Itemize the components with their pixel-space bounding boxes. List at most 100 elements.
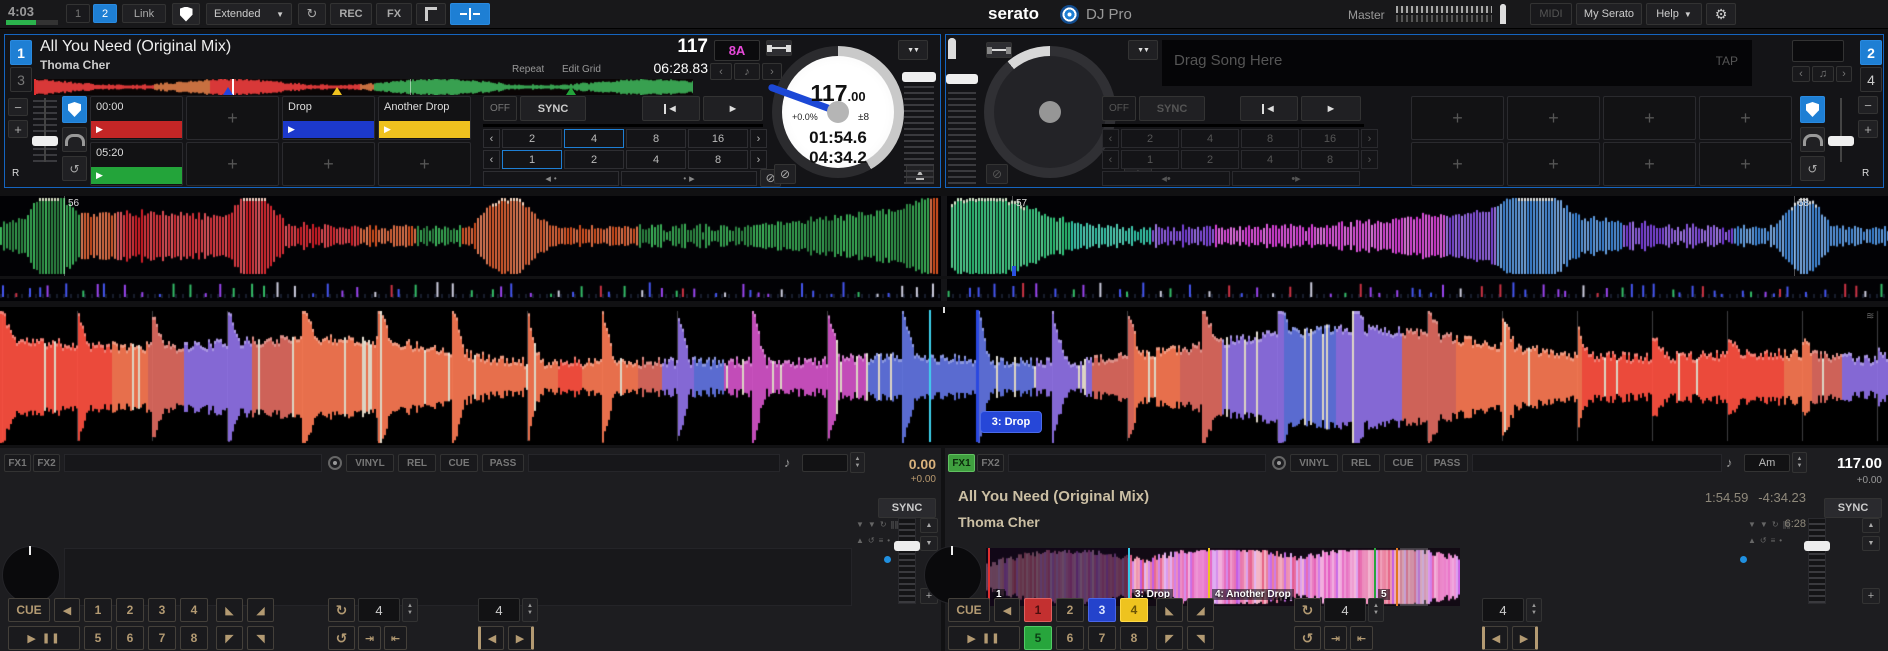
deck-2-loop2-left-arrow[interactable]: ‹ [1102,150,1119,169]
right-censor-in-button[interactable]: ◣ [1156,598,1183,622]
deck-2-autoloop-16[interactable]: 16 [1301,129,1359,148]
deck-2-drag-target[interactable]: Drag Song Here TAP [1162,40,1752,86]
deck-1-autoloop-8[interactable]: 8 [626,129,686,148]
left-beatjump-back-button[interactable]: ◀ [478,626,504,650]
deck-2-autoloop-8[interactable]: 8 [1241,129,1299,148]
deck-2-cue-slot-8-empty[interactable]: + [1699,142,1792,186]
main-scrolling-waveform[interactable] [0,307,1888,445]
left-channel-icons-row1[interactable]: ▼ ▼ ↻ ∥∥ [856,520,899,532]
right-loop-in-button[interactable]: ⇥ [1324,626,1347,650]
rec-button[interactable]: REC [330,3,372,25]
deck-1-play-button[interactable]: ► [703,96,763,121]
split-view-button[interactable] [450,3,490,25]
right-cue-button[interactable]: CUE [948,598,990,622]
left-play-pause-button[interactable]: ▶ ❚❚ [8,626,80,650]
right-pad-2[interactable]: 2 [1056,598,1084,622]
cue-slot-7-empty[interactable]: + [282,142,375,186]
left-loop-out-button[interactable]: ⇤ [384,626,407,650]
deck-2-beatjump-back-button[interactable]: ◂• [1102,171,1230,186]
loop-mode-icon-button[interactable]: ↻ [298,3,326,25]
left-pad-3[interactable]: 3 [148,598,176,622]
deck-1-loop2-8[interactable]: 8 [688,150,748,169]
deck-1-repeat-icon-button[interactable]: ↺ [62,156,87,181]
deck-1-tempo-fader-handle[interactable] [902,72,936,82]
deck-2-key-reset-button[interactable]: ♫ [1812,66,1834,82]
record-mode-icon[interactable] [328,456,342,470]
right-pad-5-green[interactable]: 5 [1024,626,1052,650]
left-cue-button[interactable]: CUE [8,598,50,622]
left-censor-out-button[interactable]: ◢ [247,598,274,622]
deck-2-view-button[interactable]: 2 [93,4,117,23]
deck-1-key-reset-button[interactable]: ♪ [734,63,760,80]
deck-2-pitch-minus-button[interactable]: − [1858,96,1878,114]
deck-2-cue-slot-6-empty[interactable]: + [1507,142,1600,186]
deck-1-cue-monitor-button[interactable] [62,127,87,152]
cue-slot-color-bar[interactable]: ▶ [91,121,182,138]
right-beatjump-fwd-button[interactable]: ▶ [1512,626,1538,650]
left-rel-mode-button[interactable]: REL [398,454,436,472]
deck-2-keylock-button[interactable] [1800,96,1825,123]
deck-1-key-up-button[interactable]: › [762,63,782,80]
layout-selector-dropdown[interactable]: Extended ▼ [206,3,292,25]
deck-1-track-overview[interactable] [34,79,693,95]
deck-2-back-to-start-button[interactable]: ◄ [1240,96,1298,121]
right-gain-up-button[interactable]: ▲ [1862,518,1880,533]
left-fx2-button[interactable]: FX2 [33,454,60,472]
cue-slot-3[interactable]: Drop ▶ [282,96,375,140]
cue-slot-6-empty[interactable]: + [186,142,279,186]
right-add-button[interactable]: + [1862,588,1880,604]
deck-1-fx-dropdown-button[interactable]: ▼▼ [898,40,928,60]
deck-2-cue-slot-7-empty[interactable]: + [1603,142,1696,186]
left-pad-1[interactable]: 1 [84,598,112,622]
right-pad-3-blue[interactable]: 3 [1088,598,1116,622]
my-serato-button[interactable]: My Serato [1576,3,1642,25]
deck-2-loop2-8[interactable]: 8 [1301,150,1359,169]
deck-2-loop2-2[interactable]: 2 [1181,150,1239,169]
right-pass-mode-button[interactable]: PASS [1426,454,1468,472]
help-dropdown[interactable]: Help ▼ [1646,3,1702,25]
left-pad-8[interactable]: 8 [180,626,208,650]
deck-1-loop2-right-arrow[interactable]: › [750,150,767,169]
right-autoloop-button[interactable]: ↻ [1294,598,1321,622]
deck-2-pitch-fader-handle[interactable] [1828,136,1854,146]
right-pad-8[interactable]: 8 [1120,626,1148,650]
deck-2-autoloop-4[interactable]: 4 [1181,129,1239,148]
left-gain-up-button[interactable]: ▲ [920,518,938,533]
deck-2-autoloop-2[interactable]: 2 [1121,129,1179,148]
left-loop-beats-stepper[interactable]: ▲ ▼ [402,598,418,622]
left-pass-mode-button[interactable]: PASS [482,454,524,472]
deck-2-autoloop-right-arrow[interactable]: › [1361,129,1378,148]
sampler-button[interactable] [416,3,446,25]
cue-slot-2-empty[interactable]: + [186,96,279,140]
deck-2-tempo-fader-handle[interactable] [946,74,978,84]
deck-2-cue-slot-5-empty[interactable]: + [1411,142,1504,186]
right-rel-mode-button[interactable]: REL [1342,454,1380,472]
deck-2-cue-slot-2-empty[interactable]: + [1507,96,1600,140]
deck-2-loop2-1[interactable]: 1 [1121,150,1179,169]
cue-slot-8-empty[interactable]: + [378,142,471,186]
deck-1-autoloop-right-arrow[interactable]: › [750,129,767,148]
cue-flag-3-drop[interactable]: 3: Drop [980,411,1042,433]
left-pad-6[interactable]: 6 [116,626,144,650]
left-pad-2[interactable]: 2 [116,598,144,622]
deck-2-key-down-button[interactable]: ‹ [1792,66,1810,82]
deck-2-number-badge[interactable]: 2 [1860,40,1882,65]
deck-2-key-link-button[interactable] [986,42,1012,58]
deck-2-sync-button[interactable]: SYNC [1139,96,1205,121]
deck-1-pitch-minus-button[interactable]: − [8,98,28,116]
deck-3-number-badge[interactable]: 3 [10,67,32,92]
left-fx1-button[interactable]: FX1 [4,454,31,472]
deck-1-sync-button[interactable]: SYNC [520,96,586,121]
left-pad-7[interactable]: 7 [148,626,176,650]
left-pad-4[interactable]: 4 [180,598,208,622]
midi-button[interactable]: MIDI [1530,3,1572,25]
left-beatjump-stepper[interactable]: ▲ ▼ [522,598,538,622]
right-vinyl-mode-button[interactable]: VINYL [1290,454,1338,472]
left-beatjump-fwd-button[interactable]: ▶ [508,626,534,650]
repeat-button[interactable]: Repeat [512,64,544,75]
right-key-stepper[interactable]: ▲ ▼ [1792,452,1807,473]
deck-2-loop2-right-arrow[interactable]: › [1361,150,1378,169]
left-autoloop-button[interactable]: ↻ [328,598,355,622]
deck-2-repeat-icon-button[interactable]: ↺ [1800,156,1825,181]
right-pad-7[interactable]: 7 [1088,626,1116,650]
